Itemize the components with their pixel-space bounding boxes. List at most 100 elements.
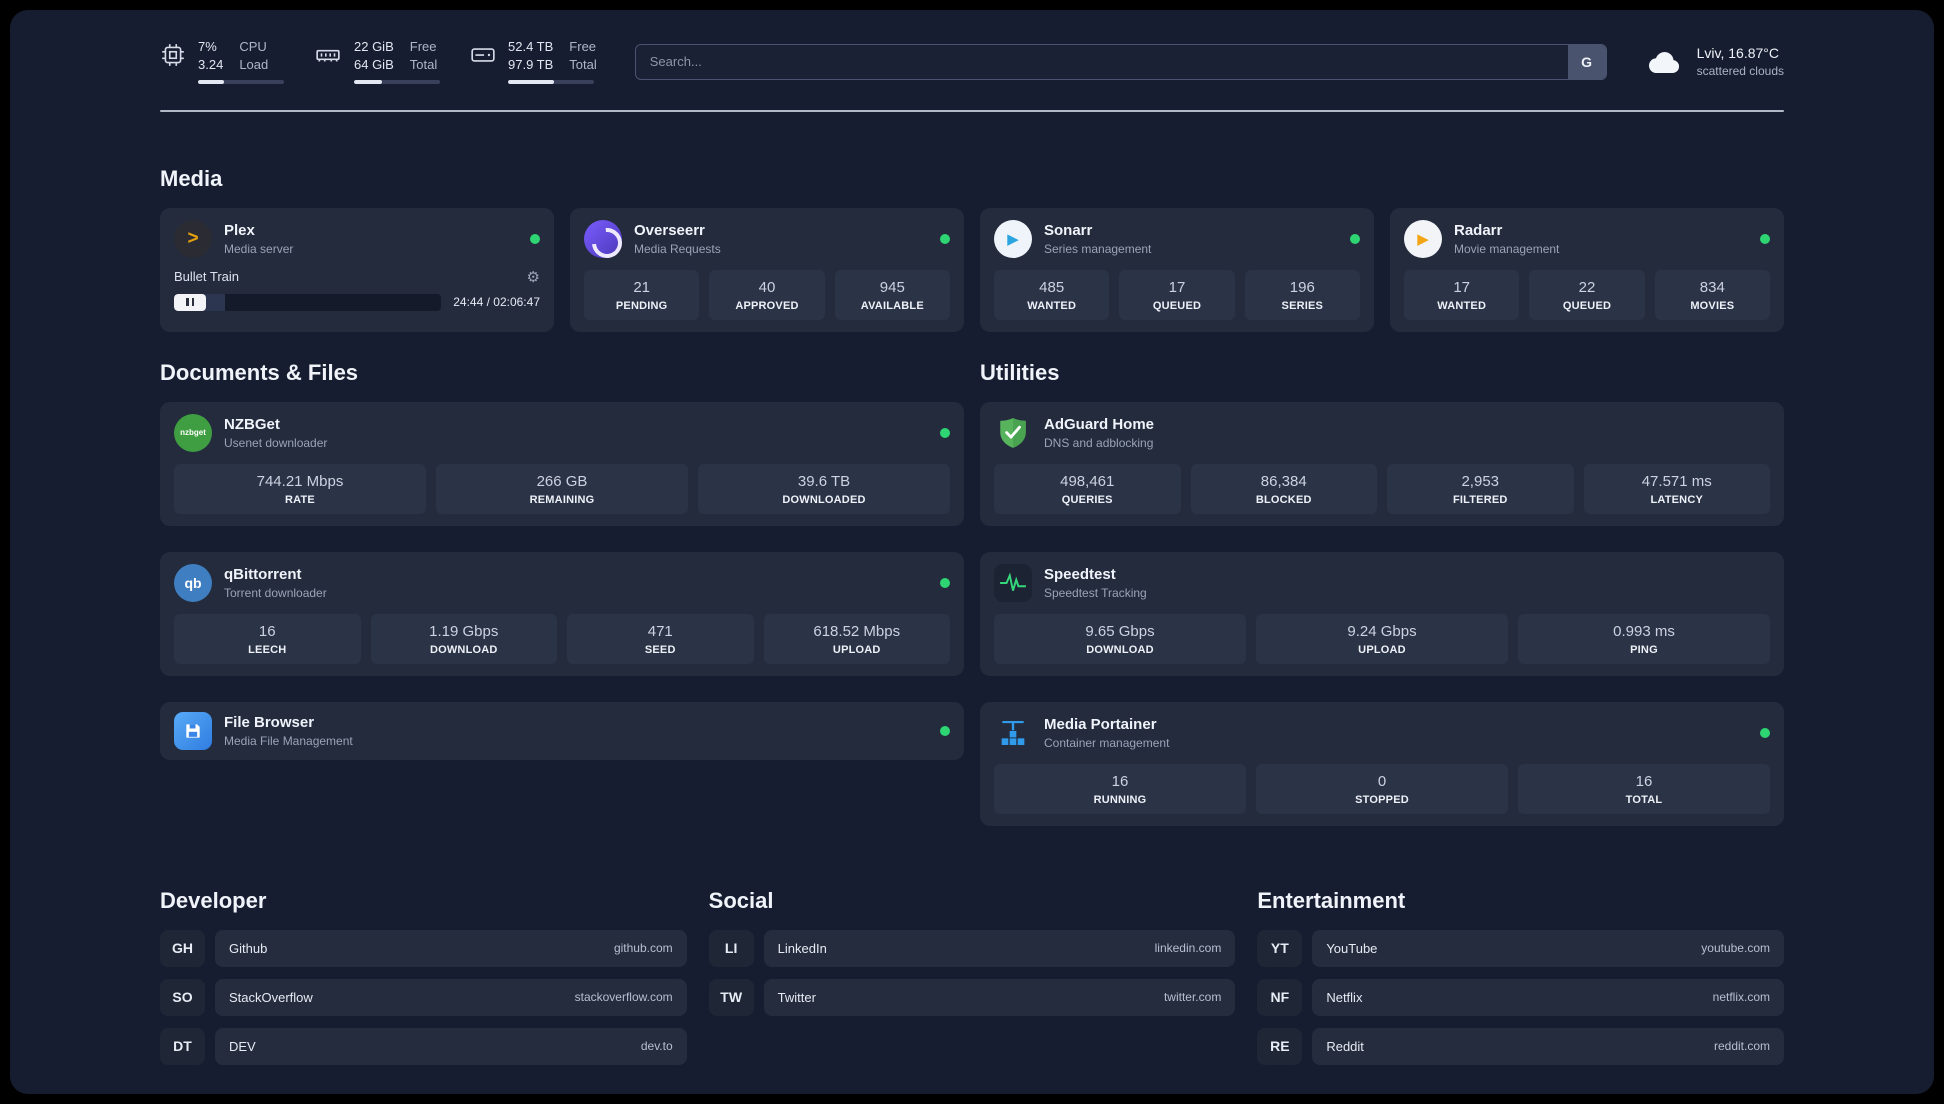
stat-label: PENDING [615,299,668,312]
stat-tile: 2,953 FILTERED [1387,463,1574,514]
stat-value: 618.52 Mbps [813,622,901,640]
search-input[interactable] [635,44,1568,79]
search-bar: G [634,43,1607,80]
bookmark-abbr: TW [708,978,754,1016]
media-grid: > Plex Media server Bullet Train ⚙ 24:44… [160,207,1784,332]
stat-value: 9.65 Gbps [1085,622,1155,640]
bookmark-row: YT YouTube youtube.com [1257,929,1784,967]
stat-value: 16 [1635,772,1653,790]
filebrowser-icon [174,711,212,750]
app-card-adguard[interactable]: AdGuard Home DNS and adblocking 498,461 Q… [980,401,1784,526]
cpu-stat: 7% 3.24 CPU Load [160,39,284,84]
app-subtitle: Media Requests [634,241,721,256]
stat-tile: 86,384 BLOCKED [1190,463,1377,514]
bookmark-group-entertainment: Entertainment YT YouTube youtube.com NF Netf… [1257,888,1784,1077]
settings-gear-icon[interactable]: ⚙ [527,268,540,286]
stat-label: UPLOAD [1358,643,1406,656]
stat-label: DOWNLOADED [782,493,866,506]
stat-value: 22 [1578,278,1596,296]
stat-label: QUERIES [1061,493,1113,506]
app-subtitle: Movie management [1454,241,1560,256]
stat-label: LATENCY [1650,493,1704,506]
app-card-sonarr[interactable]: ▶ Sonarr Series management 485 WANTED 17 QU… [980,207,1374,332]
stat-value: 498,461 [1060,472,1115,490]
app-card-filebrowser[interactable]: File Browser Media File Management [160,701,964,760]
sonarr-icon: ▶ [994,219,1032,258]
stat-tile: 17 QUEUED [1119,269,1235,320]
search-engine-button[interactable]: G [1567,44,1606,79]
stat-tile: 471 SEED [567,613,754,664]
disk-free: 52.4 TB [508,39,554,54]
bookmark-name: StackOverflow [229,989,313,1005]
bookmark-group-developer: Developer GH Github github.com SO StackOverf… [160,888,687,1077]
pause-button[interactable] [174,293,206,311]
bookmark-url: stackoverflow.com [574,990,673,1005]
stat-label: DOWNLOAD [1086,643,1154,656]
stat-label: DOWNLOAD [429,643,498,656]
stat-tile: 16 RUNNING [994,763,1246,814]
bookmark-item[interactable]: DEV dev.to [215,1027,687,1065]
bookmark-item[interactable]: Reddit reddit.com [1312,1027,1784,1065]
stat-value: 744.21 Mbps [256,472,344,490]
bookmark-name: Reddit [1326,1038,1364,1054]
playback-time: 24:44 / 02:06:47 [453,295,540,310]
bookmark-row: DT DEV dev.to [160,1027,687,1065]
bookmark-item[interactable]: Netflix netflix.com [1312,978,1784,1016]
bookmark-item[interactable]: Twitter twitter.com [763,978,1236,1016]
app-card-nzbget[interactable]: nzbget NZBGet Usenet downloader 744.21 M… [160,401,964,526]
disk-stat: 52.4 TB 97.9 TB Free Total [470,39,597,84]
bookmark-name: Twitter [777,989,816,1005]
app-name: AdGuard Home [1044,415,1155,433]
app-card-portainer[interactable]: Media Portainer Container management 16 R… [980,701,1784,826]
app-subtitle: Torrent downloader [224,585,327,600]
app-name: Media Portainer [1044,715,1157,733]
stat-value: 47.571 ms [1641,472,1712,490]
status-dot [1760,727,1770,738]
playback-progress-bar[interactable] [174,293,442,311]
plex-icon: > [174,219,212,258]
stat-tile: 39.6 TB DOWNLOADED [698,463,950,514]
bookmark-row: GH Github github.com [160,929,687,967]
cpu-usage: 7% [198,39,217,54]
app-name: NZBGet [224,415,280,433]
bookmark-item[interactable]: YouTube youtube.com [1312,929,1784,967]
status-dot [940,427,950,438]
stat-value: 40 [758,278,776,296]
bookmark-item[interactable]: StackOverflow stackoverflow.com [215,978,687,1016]
bookmark-abbr: SO [160,978,205,1016]
disk-progress-bar [508,79,594,84]
stat-tile: 834 MOVIES [1654,269,1770,320]
app-card-radarr[interactable]: ▶ Radarr Movie management 17 WANTED 22 QUEU… [1390,207,1784,332]
app-card-speedtest[interactable]: Speedtest Speedtest Tracking 9.65 Gbps DO… [980,551,1784,676]
bookmark-name: YouTube [1326,940,1378,956]
stat-value: 834 [1699,278,1725,296]
ram-progress-bar [354,79,440,84]
bookmark-url: linkedin.com [1154,941,1222,956]
stat-label: RUNNING [1093,793,1147,806]
bookmark-url: dev.to [640,1039,673,1054]
radarr-icon: ▶ [1404,219,1442,258]
bookmark-row: SO StackOverflow stackoverflow.com [160,978,687,1016]
app-card-plex[interactable]: > Plex Media server Bullet Train ⚙ 24:44… [160,207,554,332]
stat-label: SERIES [1281,299,1324,312]
stat-label: QUEUED [1152,299,1202,312]
app-name: Sonarr [1044,221,1093,239]
stat-tile: 9.65 Gbps DOWNLOAD [994,613,1246,664]
status-dot [1350,233,1360,244]
app-subtitle: Series management [1044,241,1152,256]
bookmark-name: DEV [229,1038,256,1054]
app-card-overseerr[interactable]: Overseerr Media Requests 21 PENDING 40 APPR… [570,207,964,332]
stat-label: STOPPED [1355,793,1409,806]
stat-value: 1.19 Gbps [429,622,499,640]
bookmark-item[interactable]: LinkedIn linkedin.com [763,929,1236,967]
bookmark-abbr: NF [1257,978,1303,1016]
stat-value: 945 [879,278,905,296]
top-bar: 7% 3.24 CPU Load 22 GiB 64 GiB Free Total [160,39,1784,84]
stat-label: APPROVED [735,299,799,312]
stat-value: 9.24 Gbps [1347,622,1417,640]
app-card-qbittorrent[interactable]: qb qBittorrent Torrent downloader 16 LEEC… [160,551,964,676]
stat-tile: 266 GB REMAINING [436,463,688,514]
bookmark-url: reddit.com [1713,1039,1770,1054]
stat-label: PING [1630,643,1658,656]
bookmark-item[interactable]: Github github.com [215,929,687,967]
